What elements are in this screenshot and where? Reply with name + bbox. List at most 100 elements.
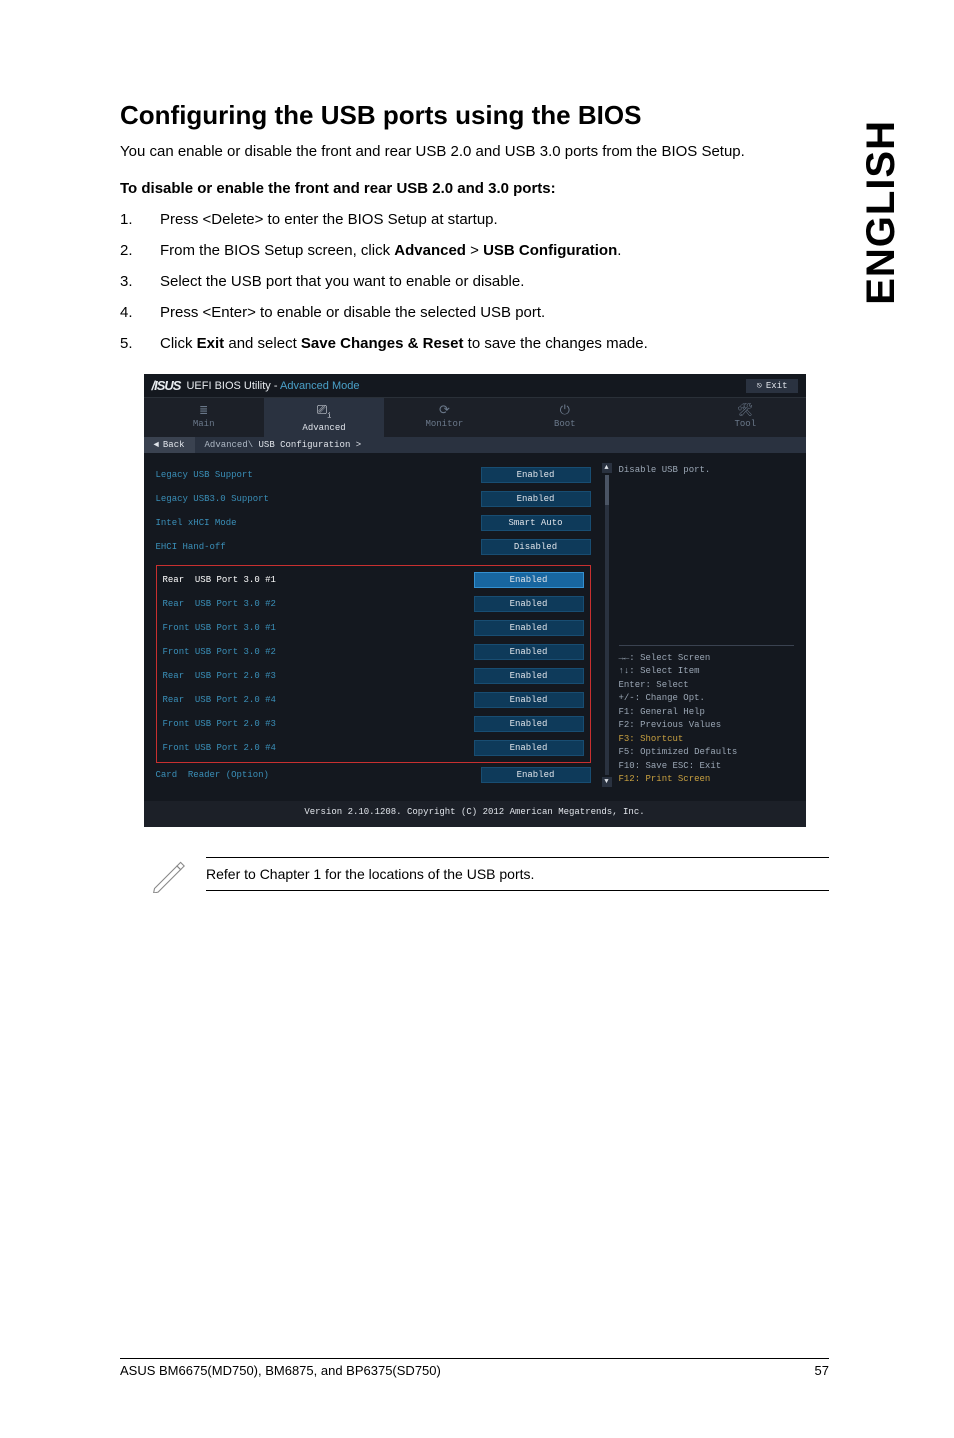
breadcrumb: Advanced\ USB Configuration > <box>195 440 362 450</box>
setting-value[interactable]: Enabled <box>474 644 584 660</box>
setting-value[interactable]: Enabled <box>481 467 591 483</box>
footer-model: ASUS BM6675(MD750), BM6875, and BP6375(S… <box>120 1363 441 1378</box>
tab-advanced[interactable]: ⎚i Advanced <box>264 398 384 437</box>
step-text: Select the USB port that you want to ena… <box>160 271 524 292</box>
setting-value[interactable]: Enabled <box>474 668 584 684</box>
step-2: 2. From the BIOS Setup screen, click Adv… <box>120 240 829 261</box>
pencil-icon <box>150 857 186 898</box>
setting-label: Rear USB Port 3.0 #1 <box>163 575 276 585</box>
setting-value[interactable]: Enabled <box>474 692 584 708</box>
note-rule-top <box>206 857 829 858</box>
bios-setting-row[interactable]: Rear USB Port 2.0 #4 Enabled <box>163 688 584 712</box>
bios-setting-row[interactable]: Legacy USB Support Enabled <box>156 463 591 487</box>
setting-value[interactable]: Enabled <box>481 767 591 783</box>
bios-tabs: ≣ Main ⎚i Advanced ⟳ Monitor ⏻ Boot 🛠 To… <box>144 398 806 437</box>
setting-value[interactable]: Enabled <box>474 596 584 612</box>
help-key-line: F2: Previous Values <box>619 719 794 733</box>
tab-monitor[interactable]: ⟳ Monitor <box>384 398 504 437</box>
help-key-line: F1: General Help <box>619 706 794 720</box>
note-text: Refer to Chapter 1 for the locations of … <box>206 866 829 882</box>
bios-version: Version 2.10.1208. Copyright (C) 2012 Am… <box>144 801 806 827</box>
setting-label: Rear USB Port 2.0 #3 <box>163 671 276 681</box>
note-callout: Refer to Chapter 1 for the locations of … <box>120 857 829 899</box>
help-key-line: F12: Print Screen <box>619 773 794 787</box>
setting-value[interactable]: Enabled <box>474 716 584 732</box>
section-subhead: To disable or enable the front and rear … <box>120 180 829 197</box>
bios-screenshot: /ISUS UEFI BIOS Utility - Advanced Mode … <box>144 374 806 827</box>
setting-label: Front USB Port 2.0 #3 <box>163 719 276 729</box>
page-heading: Configuring the USB ports using the BIOS <box>120 100 829 131</box>
exit-icon: ⎋ <box>756 381 761 391</box>
setting-label: Intel xHCI Mode <box>156 518 237 528</box>
bios-setting-row[interactable]: Rear USB Port 2.0 #3 Enabled <box>163 664 584 688</box>
power-icon: ⏻ <box>560 404 570 417</box>
bios-exit-button[interactable]: ⎋ Exit <box>746 379 797 393</box>
refresh-icon: ⟳ <box>439 404 450 417</box>
steps-list: 1. Press <Delete> to enter the BIOS Setu… <box>120 209 829 354</box>
step-number: 4. <box>120 302 160 323</box>
bios-setting-row[interactable]: Legacy USB3.0 Support Enabled <box>156 487 591 511</box>
setting-value[interactable]: Disabled <box>481 539 591 555</box>
page-content: Configuring the USB ports using the BIOS… <box>0 0 954 899</box>
scroll-up-icon[interactable]: ▲ <box>602 463 612 473</box>
bios-setting-row[interactable]: Rear USB Port 3.0 #2 Enabled <box>163 592 584 616</box>
back-arrow-icon: ◄ <box>154 440 159 450</box>
bios-setting-row[interactable]: Rear USB Port 3.0 #1 Enabled <box>163 568 584 592</box>
bios-setting-row[interactable]: Front USB Port 3.0 #1Enabled <box>163 616 584 640</box>
bios-help-panel: Disable USB port. →←: Select Screen↑↓: S… <box>619 463 794 787</box>
bios-body: Legacy USB SupportEnabledLegacy USB3.0 S… <box>144 453 806 801</box>
setting-label: Rear USB Port 3.0 #2 <box>163 599 276 609</box>
scroll-thumb[interactable] <box>605 475 609 505</box>
setting-label: Front USB Port 2.0 #4 <box>163 743 276 753</box>
setting-label: Legacy USB Support <box>156 470 253 480</box>
gear-icon: ⎚i <box>317 404 332 421</box>
help-description: Disable USB port. <box>619 463 794 485</box>
help-key-line: →←: Select Screen <box>619 652 794 666</box>
bios-setting-row[interactable]: Front USB Port 2.0 #3 Enabled <box>163 712 584 736</box>
bios-titlebar: /ISUS UEFI BIOS Utility - Advanced Mode … <box>144 374 806 398</box>
usb-ports-highlight: Rear USB Port 3.0 #1EnabledRear USB Port… <box>156 565 591 763</box>
setting-value[interactable]: Enabled <box>474 620 584 636</box>
setting-label: Card Reader (Option) <box>156 770 269 780</box>
bios-setting-row[interactable]: Card Reader (Option) Enabled <box>156 763 591 787</box>
bios-settings-left: Legacy USB SupportEnabledLegacy USB3.0 S… <box>156 463 591 787</box>
note-rule-bottom <box>206 890 829 891</box>
step-number: 2. <box>120 240 160 261</box>
bios-setting-row[interactable]: Intel xHCI Mode Smart Auto <box>156 511 591 535</box>
setting-value[interactable]: Enabled <box>481 491 591 507</box>
step-text: From the BIOS Setup screen, click Advanc… <box>160 240 621 261</box>
step-5: 5. Click Exit and select Save Changes & … <box>120 333 829 354</box>
footer-page-number: 57 <box>815 1363 829 1378</box>
setting-value[interactable]: Enabled <box>474 572 584 588</box>
step-number: 1. <box>120 209 160 230</box>
scroll-track[interactable] <box>605 475 609 775</box>
bios-scrollbar[interactable]: ▲ ▼ <box>605 463 609 787</box>
asus-logo: /ISUS <box>152 378 181 393</box>
step-text: Click Exit and select Save Changes & Res… <box>160 333 648 354</box>
scroll-down-icon[interactable]: ▼ <box>602 777 612 787</box>
step-1: 1. Press <Delete> to enter the BIOS Setu… <box>120 209 829 230</box>
setting-label: Rear USB Port 2.0 #4 <box>163 695 276 705</box>
intro-text: You can enable or disable the front and … <box>120 141 829 162</box>
help-separator <box>619 645 794 646</box>
bios-title: UEFI BIOS Utility - Advanced Mode <box>186 380 359 392</box>
back-button[interactable]: ◄ Back <box>144 437 195 453</box>
step-3: 3. Select the USB port that you want to … <box>120 271 829 292</box>
help-key-line: F5: Optimized Defaults <box>619 746 794 760</box>
tab-main[interactable]: ≣ Main <box>144 398 264 437</box>
page-footer: ASUS BM6675(MD750), BM6875, and BP6375(S… <box>120 1358 829 1378</box>
bios-setting-row[interactable]: EHCI Hand-offDisabled <box>156 535 591 559</box>
bios-setting-row[interactable]: Front USB Port 3.0 #2Enabled <box>163 640 584 664</box>
help-key-list: →←: Select Screen↑↓: Select ItemEnter: S… <box>619 652 794 787</box>
setting-label: Legacy USB3.0 Support <box>156 494 269 504</box>
setting-value[interactable]: Smart Auto <box>481 515 591 531</box>
language-label: ENGLISH <box>859 120 904 305</box>
help-key-line: Enter: Select <box>619 679 794 693</box>
setting-value[interactable]: Enabled <box>474 740 584 756</box>
bios-breadcrumb-row: ◄ Back Advanced\ USB Configuration > <box>144 437 806 453</box>
help-key-line: F10: Save ESC: Exit <box>619 760 794 774</box>
bios-setting-row[interactable]: Front USB Port 2.0 #4 Enabled <box>163 736 584 760</box>
tab-tool[interactable]: 🛠 Tool <box>685 398 805 437</box>
tool-icon: 🛠 <box>737 404 754 417</box>
tab-boot[interactable]: ⏻ Boot <box>505 398 625 437</box>
